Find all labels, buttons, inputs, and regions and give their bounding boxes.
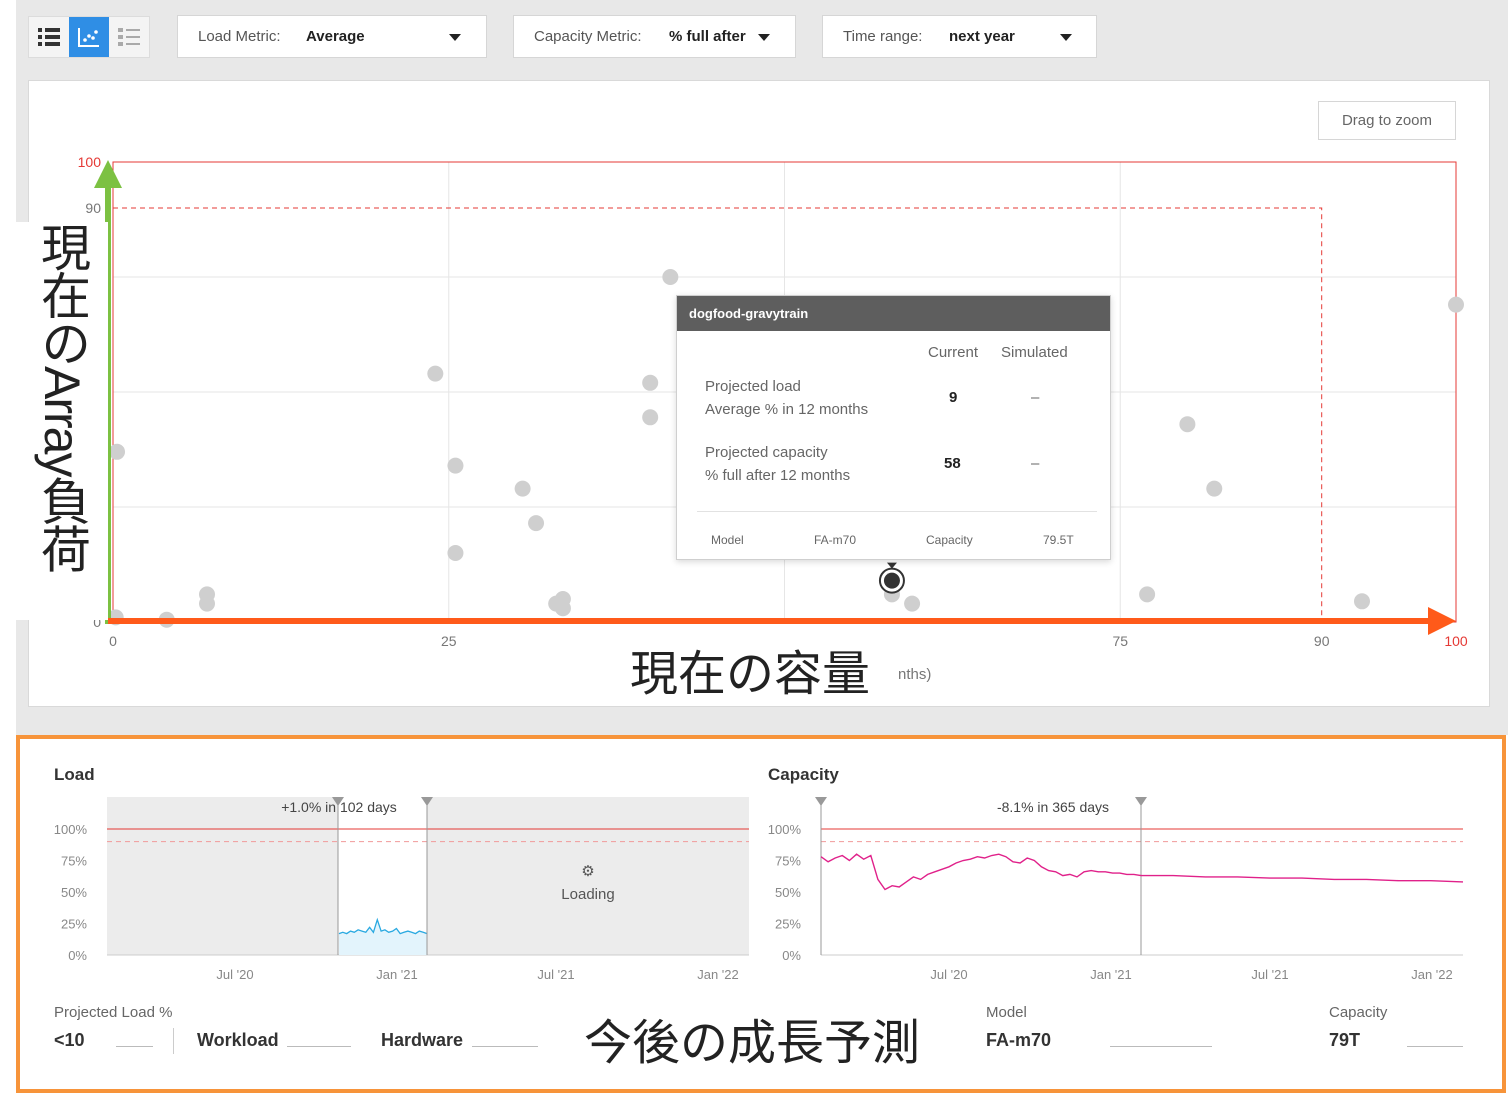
load-growth-annotation: +1.0% in 102 days [281,799,397,815]
y-tick-label: 0% [782,948,801,963]
forecast-annotation: 今後の成長予測 [584,1003,921,1073]
x-tick-label: Jul '21 [537,967,574,982]
y-tick-label: 75% [61,854,87,869]
capacity-growth-annotation: -8.1% in 365 days [997,799,1109,815]
divider-line [1407,1046,1463,1047]
y-tick-label: 75% [775,854,801,869]
model-label: Model [986,1004,1027,1021]
y-tick-label: 25% [61,917,87,932]
y-tick-label: 100% [768,822,802,837]
range-marker-handle [1135,797,1147,806]
capacity-label: Capacity [1329,1004,1388,1021]
loading-text: Loading [561,886,614,903]
workload-label[interactable]: Workload [197,1030,279,1051]
footer-separator [173,1028,174,1054]
y-tick-label: 50% [775,885,801,900]
forecast-charts: 100% 75% 50% 25% 0% Jul '20 Jan '21 Jul '21 Jan … [54,797,1464,982]
divider-line [287,1046,351,1047]
divider-line [472,1046,538,1047]
x-tick-label: Jan '21 [376,967,418,982]
range-marker-handle [815,797,827,806]
capacity-forecast-line [1141,874,1464,883]
divider-line [1110,1046,1212,1047]
capacity-value: 79T [1329,1030,1361,1050]
load-loading-area [107,797,749,955]
x-tick-label: Jul '20 [216,967,253,982]
y-tick-label: 25% [775,917,801,932]
y-tick-label: 50% [61,885,87,900]
projected-load-value: <10 [54,1030,85,1050]
y-tick-label: 0% [68,948,87,963]
model-value: FA-m70 [986,1030,1052,1050]
x-tick-label: Jan '22 [697,967,739,982]
y-tick-label: 100% [54,822,88,837]
hardware-label[interactable]: Hardware [381,1030,463,1051]
x-tick-label: Jul '21 [1251,967,1288,982]
x-tick-label: Jan '21 [1090,967,1132,982]
capacity-history-line [820,853,1142,891]
gear-icon: ⚙ [581,863,594,880]
x-tick-label: Jul '20 [930,967,967,982]
projected-load-label: Projected Load % [54,1004,173,1021]
divider-line [116,1046,153,1047]
x-tick-label: Jan '22 [1411,967,1453,982]
